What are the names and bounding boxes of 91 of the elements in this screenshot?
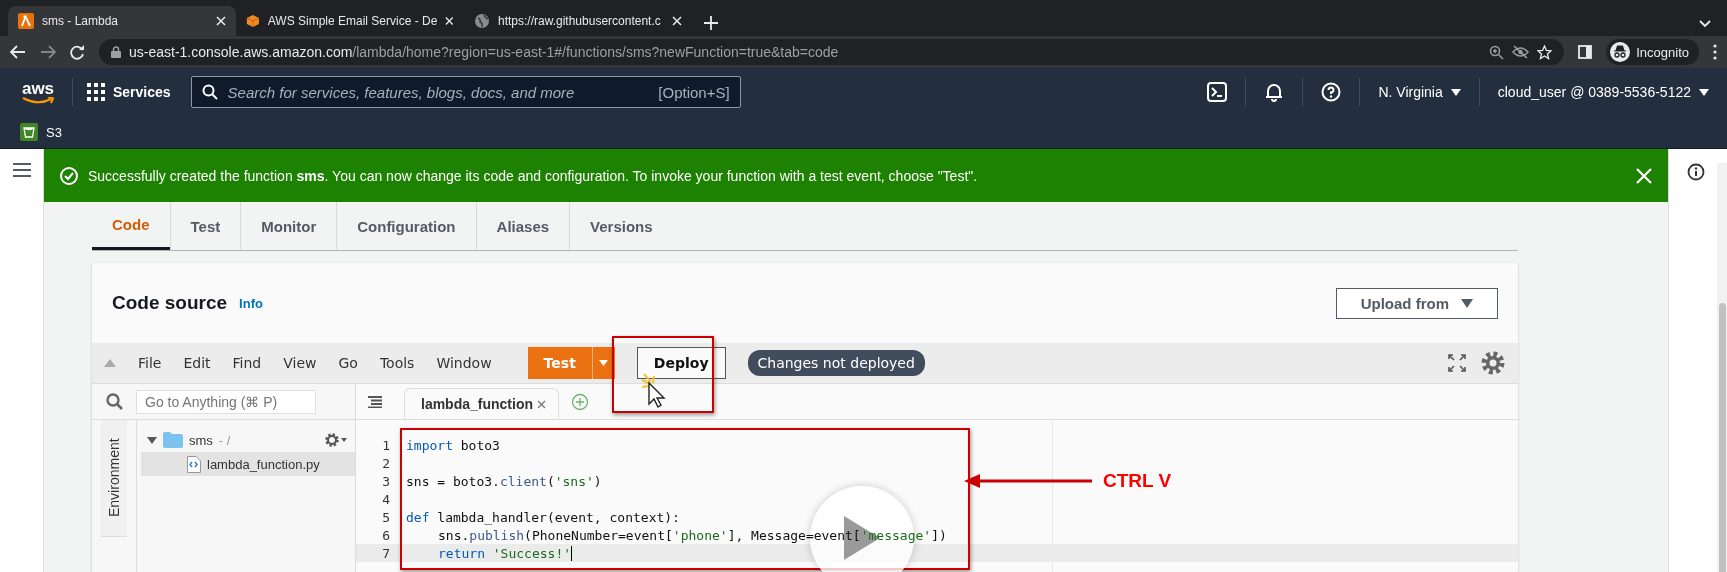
new-tab-icon[interactable]	[704, 16, 718, 30]
star-icon[interactable]	[1537, 44, 1553, 60]
code-line: sns = boto3.client('sns')	[406, 473, 602, 489]
environment-tab[interactable]: Environment	[101, 420, 127, 537]
tab[interactable]: Configuration	[336, 202, 476, 250]
editor-tab[interactable]: lambda_function	[404, 388, 559, 419]
settings-icon[interactable]	[1480, 350, 1506, 376]
line-number: 1	[381, 437, 391, 453]
status-badge: Changes not deployed	[747, 350, 925, 376]
info-link[interactable]: Info	[239, 295, 263, 311]
go-to-anything-field[interactable]: Go to Anything (⌘ P)	[136, 389, 316, 414]
region-menu[interactable]: N. Virginia	[1378, 84, 1461, 100]
expand-icon[interactable]	[147, 435, 157, 445]
chevron-down-icon[interactable]	[1699, 20, 1711, 28]
tab[interactable]: Code	[92, 202, 170, 250]
bucket-icon	[20, 123, 38, 141]
list-icon[interactable]	[368, 395, 382, 408]
grid-icon	[87, 83, 105, 101]
menu-item[interactable]: Find	[232, 355, 262, 371]
menu-item[interactable]: Tools	[379, 355, 415, 371]
reload-icon[interactable]	[70, 44, 85, 60]
globe-icon	[474, 13, 490, 29]
account-menu[interactable]: cloud_user @ 0389-5536-5122	[1497, 84, 1709, 100]
bell-icon[interactable]	[1264, 82, 1285, 102]
lock-icon	[111, 46, 121, 58]
cursor-click-icon	[640, 372, 668, 408]
line-number: 4	[381, 491, 391, 507]
file-icon	[187, 455, 201, 473]
deploy-button[interactable]: Deploy	[636, 347, 726, 379]
code-line: return 'Success!'	[437, 545, 572, 561]
tab[interactable]: Aliases	[475, 202, 570, 250]
lambda-icon	[18, 13, 34, 29]
annotation-label: CTRL V	[1103, 470, 1172, 492]
menu-item[interactable]: Edit	[183, 355, 211, 371]
services-menu[interactable]: Services	[87, 83, 171, 101]
line-number: 2	[381, 455, 391, 471]
code-line: sns.publish(PhoneNumber=event['phone'], Message=event['message'])	[437, 527, 947, 543]
code-line: import boto3	[406, 437, 500, 453]
aws-logo[interactable]: aws	[18, 79, 58, 105]
back-icon[interactable]	[10, 45, 26, 59]
caret-icon	[1461, 298, 1473, 308]
browser-tab[interactable]: sms - Lambda	[8, 6, 236, 36]
profile-button[interactable]: Incognito	[1606, 39, 1699, 65]
cube-icon	[246, 13, 260, 29]
tab[interactable]: Monitor	[240, 202, 337, 250]
scrollbar-thumb[interactable]	[1718, 303, 1726, 572]
text-cursor	[571, 545, 573, 561]
code-line: def lambda_handler(event, context):	[406, 509, 680, 525]
menu-item[interactable]: Go	[338, 355, 358, 371]
forward-icon[interactable]	[40, 45, 56, 59]
more-icon[interactable]	[1713, 44, 1717, 60]
menu-item[interactable]: View	[283, 355, 317, 371]
terminal-icon[interactable]	[1207, 82, 1228, 102]
side-panel-icon[interactable]	[1578, 45, 1593, 59]
banner-message: Successfully created the function sms. You can now change its code and configuration. To invoke your function with a test event, choose "Test".	[88, 167, 979, 184]
zoom-icon[interactable]	[1489, 44, 1505, 60]
tree-item[interactable]: sms - /	[141, 428, 355, 452]
browser-tab[interactable]: https://raw.githubusercontent.c	[464, 6, 692, 36]
info-icon[interactable]	[1687, 163, 1705, 181]
upload-from-button[interactable]: Upload from	[1335, 287, 1498, 319]
line-number: 5	[381, 509, 391, 525]
caret-icon	[1450, 88, 1461, 96]
tree-item-label: lambda_function.py	[207, 456, 320, 472]
settings-icon[interactable]	[323, 431, 347, 449]
favorite-link[interactable]: S3	[46, 124, 62, 140]
fullscreen-icon[interactable]	[1448, 354, 1466, 372]
browser-tab[interactable]: AWS Simple Email Service - De	[236, 6, 464, 36]
tree-item-label: sms	[189, 432, 213, 448]
menu-item[interactable]: Window	[436, 355, 492, 371]
tree-item[interactable]: lambda_function.py	[141, 452, 355, 476]
line-number: 6	[381, 527, 391, 543]
search-icon[interactable]	[105, 393, 123, 410]
eye-slash-icon[interactable]	[1512, 45, 1530, 59]
search-icon	[201, 84, 218, 100]
help-icon[interactable]	[1321, 82, 1342, 102]
caret-icon	[599, 360, 609, 366]
menu-item[interactable]: File	[138, 355, 162, 371]
caret-icon	[1699, 88, 1709, 96]
search-field[interactable]: Search for services, features, blogs, docs, and more [Option+S]	[190, 76, 741, 108]
address-bar[interactable]: us-east-1.console.aws.amazon.com/lambda/home?region=us-east-1#/functions/sms?newFunction=true&tab=code	[99, 39, 1565, 65]
folder-icon	[163, 432, 183, 448]
menu-icon[interactable]	[12, 163, 31, 177]
url-text: us-east-1.console.aws.amazon.com/lambda/home?region=us-east-1#/functions/sms?newFunction=true&tab=code	[129, 44, 839, 60]
line-number: 3	[381, 473, 391, 489]
incognito-icon	[1610, 42, 1631, 62]
tab[interactable]: Test	[169, 202, 241, 250]
check-circle-icon	[60, 166, 78, 185]
section-title: Code source	[112, 292, 228, 314]
tab[interactable]: Versions	[569, 202, 673, 250]
line-number: 7	[381, 545, 391, 561]
folder-path: - /	[218, 432, 231, 448]
